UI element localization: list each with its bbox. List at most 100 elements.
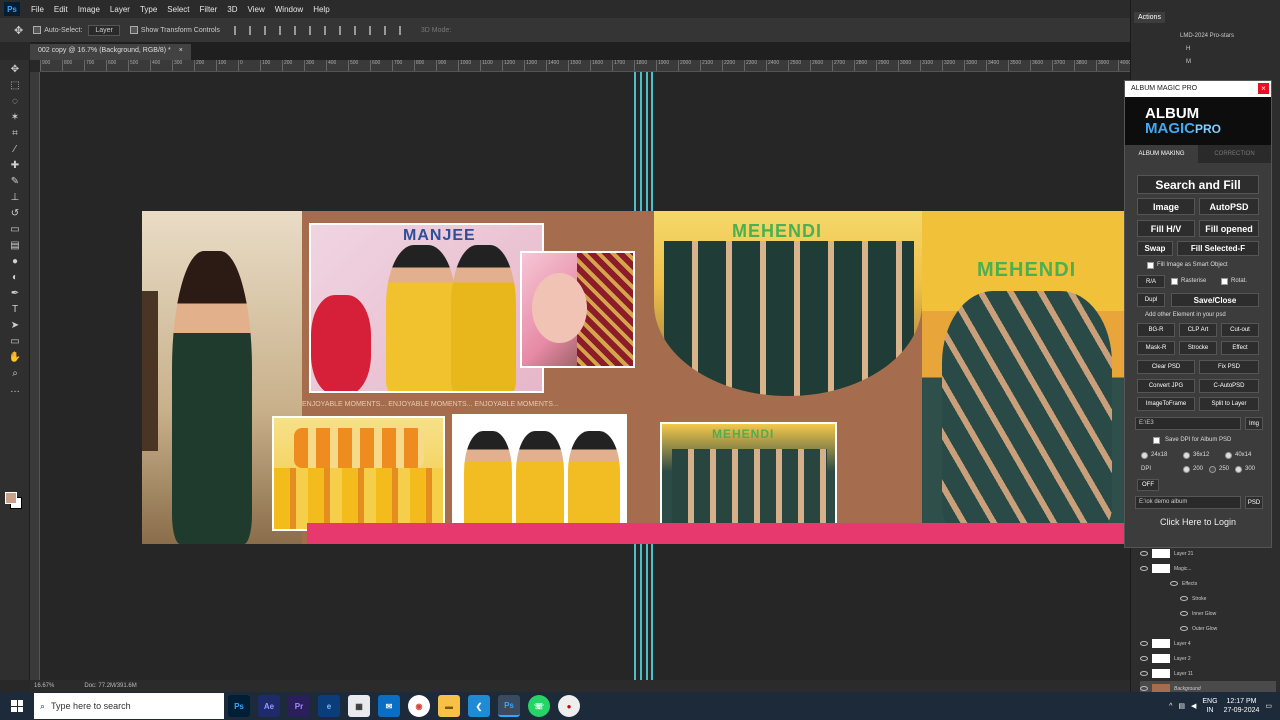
save-dpi-checkbox[interactable] — [1153, 437, 1160, 444]
layer-effect-row[interactable]: Outer Glow — [1140, 621, 1276, 636]
fill-opened-button[interactable]: Fill opened — [1199, 220, 1259, 237]
menu-image[interactable]: Image — [73, 5, 105, 14]
recorder-app-icon[interactable]: ● — [558, 695, 580, 717]
search-and-fill-button[interactable]: Search and Fill — [1137, 175, 1259, 194]
foreground-color-swatch[interactable] — [5, 492, 17, 504]
align-icon[interactable] — [398, 25, 407, 35]
dpi-radio-200[interactable] — [1183, 466, 1190, 473]
tab-correction[interactable]: CORRECTION — [1198, 145, 1271, 163]
demo-album-path-input[interactable]: E:\ok demo album — [1135, 496, 1241, 509]
align-icon[interactable] — [368, 25, 377, 35]
fill-selected-button[interactable]: Fill Selected-F — [1177, 241, 1259, 256]
lasso-tool-icon[interactable]: ◌ — [7, 94, 23, 108]
store-app-icon[interactable]: ▦ — [348, 695, 370, 717]
align-icon[interactable] — [263, 25, 272, 35]
eye-icon[interactable] — [1180, 596, 1188, 601]
path-select-icon[interactable]: ➤ — [7, 318, 23, 332]
off-toggle[interactable]: OFF — [1137, 479, 1159, 491]
stamp-tool-icon[interactable]: ⊥ — [7, 190, 23, 204]
windows-start-icon[interactable] — [0, 692, 34, 720]
auto-select-dropdown[interactable]: Layer — [88, 24, 120, 36]
size-radio-24x18[interactable] — [1141, 452, 1148, 459]
ra-button[interactable]: R/A — [1137, 275, 1165, 288]
image-button[interactable]: Image — [1137, 198, 1195, 215]
eye-icon[interactable] — [1140, 641, 1148, 646]
psd-browse-button[interactable]: PSD — [1245, 496, 1263, 509]
crop-tool-icon[interactable]: ⌗ — [7, 126, 23, 140]
image-to-frame-button[interactable]: ImageToFrame — [1137, 397, 1195, 411]
eye-icon[interactable] — [1180, 611, 1188, 616]
magic-wand-tool-icon[interactable]: ✶ — [7, 110, 23, 124]
img-browse-button[interactable]: Img — [1245, 417, 1263, 430]
split-to-layer-button[interactable]: Split to Layer — [1199, 397, 1259, 411]
move-tool-icon[interactable]: ✥ — [7, 62, 23, 76]
file-explorer-icon[interactable]: ▬ — [438, 695, 460, 717]
action-set-item[interactable]: LMD-2024 Pro-stars — [1180, 33, 1234, 39]
login-link[interactable]: Click Here to Login — [1125, 517, 1271, 527]
layer-row[interactable]: Layer 21 — [1140, 546, 1276, 561]
eye-icon[interactable] — [1140, 671, 1148, 676]
taskbar-search-box[interactable]: ⌕ Type here to search — [34, 693, 224, 719]
actions-panel-title[interactable]: Actions — [1134, 12, 1165, 23]
hand-tool-icon[interactable]: ✋ — [7, 350, 23, 364]
fix-psd-button[interactable]: Fix PSD — [1199, 360, 1259, 374]
tab-album-making[interactable]: ALBUM MAKING — [1125, 145, 1198, 163]
chrome-browser-icon[interactable]: ◉ — [408, 695, 430, 717]
layer-row[interactable]: Magic... — [1140, 561, 1276, 576]
menu-help[interactable]: Help — [308, 5, 334, 14]
layer-effect-row[interactable]: Inner Glow — [1140, 606, 1276, 621]
blur-tool-icon[interactable]: ● — [7, 254, 23, 268]
rasterise-checkbox[interactable] — [1171, 278, 1178, 285]
convert-jpg-button[interactable]: Convert JPG — [1137, 379, 1195, 393]
document-tab[interactable]: 002 copy @ 16.7% (Background, RGB/8) * × — [30, 44, 191, 60]
eyedropper-tool-icon[interactable]: ⁄ — [7, 142, 23, 156]
size-radio-40x14[interactable] — [1225, 452, 1232, 459]
action-item[interactable]: M — [1186, 59, 1191, 65]
align-icon[interactable] — [353, 25, 362, 35]
eye-icon[interactable] — [1140, 686, 1148, 691]
align-icon[interactable] — [278, 25, 287, 35]
pen-tool-icon[interactable]: ✒ — [7, 286, 23, 300]
rotate-checkbox[interactable] — [1221, 278, 1228, 285]
history-brush-icon[interactable]: ↺ — [7, 206, 23, 220]
bg-r-button[interactable]: BG-R — [1137, 323, 1175, 337]
eye-icon[interactable] — [1170, 581, 1178, 586]
c-autopsd-button[interactable]: C-AutoPSD — [1199, 379, 1259, 393]
menu-edit[interactable]: Edit — [49, 5, 73, 14]
move-tool-icon[interactable]: ✥ — [14, 24, 23, 37]
menu-filter[interactable]: Filter — [195, 5, 223, 14]
layer-effects-row[interactable]: Effects — [1140, 576, 1276, 591]
align-icon[interactable] — [338, 25, 347, 35]
smart-object-checkbox[interactable] — [1147, 262, 1154, 269]
notification-icon[interactable]: ▭ — [1265, 702, 1272, 710]
eraser-tool-icon[interactable]: ▭ — [7, 222, 23, 236]
layer-effect-row[interactable]: Stroke — [1140, 591, 1276, 606]
clock[interactable]: 12:17 PM 27-09-2024 — [1224, 697, 1260, 715]
menu-window[interactable]: Window — [270, 5, 308, 14]
chevron-up-icon[interactable]: ^ — [1169, 703, 1172, 710]
vscode-app-icon[interactable]: ❮ — [468, 695, 490, 717]
align-icon[interactable] — [308, 25, 317, 35]
auto-select-checkbox[interactable] — [33, 26, 42, 34]
eye-icon[interactable] — [1140, 656, 1148, 661]
healing-tool-icon[interactable]: ✚ — [7, 158, 23, 172]
zoom-tool-icon[interactable]: ⌕ — [7, 366, 23, 380]
mail-app-icon[interactable]: ✉ — [378, 695, 400, 717]
menu-file[interactable]: File — [26, 5, 49, 14]
after-effects-app-icon[interactable]: Ae — [258, 695, 280, 717]
clp-art-button[interactable]: CLP Art — [1179, 323, 1217, 337]
type-tool-icon[interactable]: T — [7, 302, 23, 316]
photoshop-active-icon[interactable]: Ps — [498, 695, 520, 717]
volume-icon[interactable]: ◀ — [1191, 702, 1196, 710]
align-icon[interactable] — [293, 25, 302, 35]
align-icon[interactable] — [383, 25, 392, 35]
action-item[interactable]: H — [1186, 46, 1190, 52]
dpi-radio-250[interactable] — [1209, 466, 1216, 473]
eye-icon[interactable] — [1140, 551, 1148, 556]
swap-button[interactable]: Swap — [1137, 241, 1173, 256]
clear-psd-button[interactable]: Clear PSD — [1137, 360, 1195, 374]
shape-tool-icon[interactable]: ▭ — [7, 334, 23, 348]
transform-controls-checkbox[interactable] — [129, 26, 138, 34]
menu-layer[interactable]: Layer — [105, 5, 135, 14]
eye-icon[interactable] — [1180, 626, 1188, 631]
